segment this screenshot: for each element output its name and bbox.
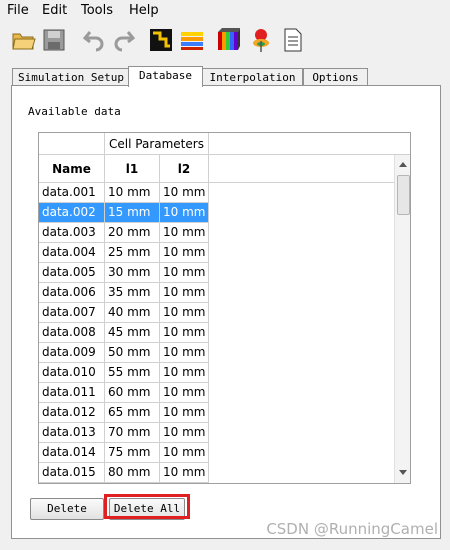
vertical-scrollbar[interactable] bbox=[394, 155, 410, 483]
menu-file[interactable]: File bbox=[7, 3, 29, 18]
scroll-up-icon[interactable] bbox=[398, 160, 408, 168]
tab-database[interactable]: Database bbox=[128, 66, 203, 87]
cell-name[interactable]: data.004 bbox=[39, 243, 105, 263]
scrollbar-thumb[interactable] bbox=[397, 175, 410, 215]
scroll-down-icon[interactable] bbox=[398, 469, 408, 477]
row-filler bbox=[209, 323, 394, 343]
cell-name[interactable]: data.010 bbox=[39, 363, 105, 383]
cell-name[interactable]: data.011 bbox=[39, 383, 105, 403]
cell-name[interactable]: data.014 bbox=[39, 443, 105, 463]
cell-name[interactable]: data.006 bbox=[39, 283, 105, 303]
cell-l2[interactable]: 10 mm bbox=[160, 243, 209, 263]
tab-options[interactable]: Options bbox=[303, 68, 368, 86]
cell-l1[interactable]: 70 mm bbox=[105, 423, 160, 443]
data-table: Cell Parameters Name l1 l2 data.001 10 mm… bbox=[38, 132, 411, 484]
header-filler bbox=[209, 155, 394, 183]
cell-l1[interactable]: 40 mm bbox=[105, 303, 160, 323]
toolbar bbox=[0, 22, 450, 60]
cell-l2[interactable]: 10 mm bbox=[160, 443, 209, 463]
row-filler bbox=[209, 423, 394, 443]
cell-name[interactable]: data.012 bbox=[39, 403, 105, 423]
cell-l1[interactable]: 65 mm bbox=[105, 403, 160, 423]
cell-l2[interactable]: 10 mm bbox=[160, 263, 209, 283]
cell-l2[interactable]: 10 mm bbox=[160, 383, 209, 403]
cell-l2[interactable]: 10 mm bbox=[160, 283, 209, 303]
menu-bar: File Edit Tools Help bbox=[0, 0, 450, 22]
cell-l2[interactable]: 10 mm bbox=[160, 203, 209, 223]
menu-tools[interactable]: Tools bbox=[81, 3, 113, 18]
cell-name[interactable]: data.002 bbox=[39, 203, 105, 223]
column-header-l2[interactable]: l2 bbox=[160, 155, 209, 183]
cell-l1[interactable]: 60 mm bbox=[105, 383, 160, 403]
cell-name[interactable]: data.007 bbox=[39, 303, 105, 323]
cell-parameters-header: Cell Parameters bbox=[105, 133, 209, 155]
cell-name[interactable]: data.009 bbox=[39, 343, 105, 363]
cell-name[interactable]: data.013 bbox=[39, 423, 105, 443]
cell-l1[interactable]: 45 mm bbox=[105, 323, 160, 343]
step-chart-icon[interactable] bbox=[147, 26, 175, 54]
row-filler bbox=[209, 263, 394, 283]
cell-l2[interactable]: 10 mm bbox=[160, 223, 209, 243]
cell-l1[interactable]: 50 mm bbox=[105, 343, 160, 363]
cell-name[interactable]: data.008 bbox=[39, 323, 105, 343]
cell-name[interactable]: data.003 bbox=[39, 223, 105, 243]
cell-l1[interactable]: 25 mm bbox=[105, 243, 160, 263]
cell-l2[interactable]: 10 mm bbox=[160, 463, 209, 483]
delete-button[interactable]: Delete bbox=[30, 498, 104, 520]
column-header-name[interactable]: Name bbox=[39, 155, 105, 183]
cell-l1[interactable]: 15 mm bbox=[105, 203, 160, 223]
row-filler bbox=[209, 243, 394, 263]
menu-edit[interactable]: Edit bbox=[42, 3, 67, 18]
cell-l1[interactable]: 75 mm bbox=[105, 443, 160, 463]
cell-l1[interactable]: 10 mm bbox=[105, 183, 160, 203]
tab-interpolation[interactable]: Interpolation bbox=[202, 68, 303, 86]
row-filler bbox=[209, 203, 394, 223]
menu-help[interactable]: Help bbox=[129, 3, 159, 18]
cell-l1[interactable]: 20 mm bbox=[105, 223, 160, 243]
cell-l2[interactable]: 10 mm bbox=[160, 183, 209, 203]
tab-simulation-setup[interactable]: Simulation Setup bbox=[12, 68, 130, 86]
cell-l2[interactable]: 10 mm bbox=[160, 423, 209, 443]
row-filler bbox=[209, 363, 394, 383]
open-folder-icon[interactable] bbox=[10, 26, 38, 54]
row-filler bbox=[209, 463, 394, 483]
cell-l1[interactable]: 35 mm bbox=[105, 283, 160, 303]
row-filler bbox=[209, 283, 394, 303]
cell-l1[interactable]: 30 mm bbox=[105, 263, 160, 283]
save-disk-icon[interactable] bbox=[40, 26, 68, 54]
cell-l2[interactable]: 10 mm bbox=[160, 363, 209, 383]
document-icon[interactable] bbox=[279, 26, 307, 54]
delete-all-highlight-box bbox=[104, 494, 190, 519]
redo-icon[interactable] bbox=[110, 26, 138, 54]
cell-name[interactable]: data.001 bbox=[39, 183, 105, 203]
row-filler bbox=[209, 443, 394, 463]
header-filler bbox=[209, 133, 410, 155]
row-filler bbox=[209, 303, 394, 323]
stacked-layers-icon[interactable] bbox=[178, 26, 206, 54]
cell-l2[interactable]: 10 mm bbox=[160, 403, 209, 423]
cell-l2[interactable]: 10 mm bbox=[160, 343, 209, 363]
cell-l2[interactable]: 10 mm bbox=[160, 323, 209, 343]
cell-l1[interactable]: 80 mm bbox=[105, 463, 160, 483]
cell-name[interactable]: data.015 bbox=[39, 463, 105, 483]
radiation-pattern-icon[interactable] bbox=[247, 26, 275, 54]
row-filler bbox=[209, 343, 394, 363]
row-filler bbox=[209, 383, 394, 403]
watermark: CSDN @RunningCamel bbox=[266, 520, 438, 538]
row-filler bbox=[209, 223, 394, 243]
column-header-l1[interactable]: l1 bbox=[105, 155, 160, 183]
cell-l2[interactable]: 10 mm bbox=[160, 303, 209, 323]
row-filler bbox=[209, 183, 394, 203]
undo-icon[interactable] bbox=[80, 26, 108, 54]
spectrum-cube-icon[interactable] bbox=[214, 26, 242, 54]
tab-bar: Simulation Setup Database Interpolation … bbox=[0, 66, 450, 87]
available-data-label: Available data bbox=[28, 105, 121, 118]
corner-header-cell bbox=[39, 133, 105, 155]
cell-name[interactable]: data.005 bbox=[39, 263, 105, 283]
row-filler bbox=[209, 403, 394, 423]
cell-l1[interactable]: 55 mm bbox=[105, 363, 160, 383]
